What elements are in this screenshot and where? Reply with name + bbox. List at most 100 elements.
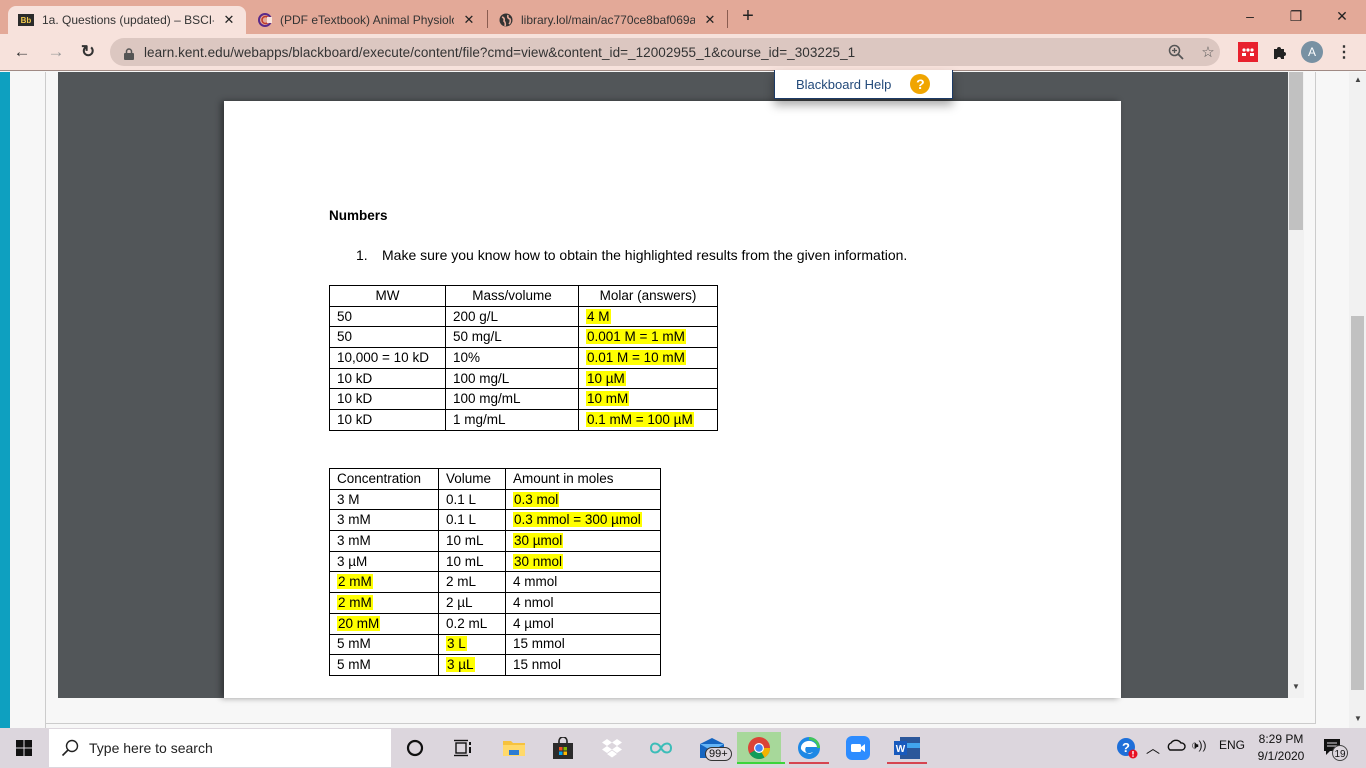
viewer-scrollbar-thumb[interactable]: [1289, 72, 1303, 230]
cell-value: 10%: [453, 349, 481, 365]
mendeley-extension-icon[interactable]: [1238, 42, 1258, 62]
blackboard-help-button[interactable]: Blackboard Help ?: [774, 70, 953, 99]
table-cell: 0.3 mol: [505, 488, 661, 511]
minimize-button[interactable]: –: [1227, 0, 1273, 32]
cell-value: 2 mL: [446, 574, 477, 590]
table-row: 10 kD 1 mg/mL 0.1 mM = 100 µM: [329, 409, 718, 431]
cortana-icon[interactable]: [393, 732, 437, 764]
cell-value: 10 mL: [446, 553, 484, 569]
close-tab-icon[interactable]: ✕: [462, 12, 476, 28]
microsoft-store-icon[interactable]: [541, 732, 585, 764]
highlighted-value: 0.3 mmol = 300 µmol: [513, 512, 642, 528]
highlighted-value: 3 L: [446, 636, 467, 652]
table-cell: 4 nmol: [505, 592, 661, 614]
browser-toolbar: ← → ↻ learn.kent.edu/webapps/blackboard/…: [0, 34, 1366, 71]
infinity-app-icon[interactable]: [639, 732, 683, 764]
cell-value: 10 kD: [337, 411, 373, 427]
file-explorer-icon[interactable]: [492, 732, 536, 764]
cell-value: 10 kD: [337, 391, 373, 407]
active-indicator: [737, 762, 785, 764]
table-cell: 10 kD: [329, 367, 446, 390]
clock[interactable]: 8:29 PM 9/1/2020: [1250, 731, 1312, 765]
table-cell: 2 mM: [329, 571, 439, 594]
column-header: Molar (answers): [578, 285, 718, 307]
tab-library[interactable]: library.lol/main/ac770ce8baf069a ✕: [489, 6, 727, 34]
page-scroll-up-arrow-icon[interactable]: ▲: [1352, 75, 1364, 84]
table-row: 5 mM 3 L 15 mmol: [329, 633, 661, 656]
page-scrollbar-thumb[interactable]: [1351, 316, 1364, 690]
chrome-menu-icon[interactable]: ⋮: [1334, 42, 1354, 62]
close-tab-icon[interactable]: ✕: [222, 12, 236, 28]
table-row: 3 mM 10 mL 30 µmol: [329, 530, 661, 552]
address-bar[interactable]: learn.kent.edu/webapps/blackboard/execut…: [110, 38, 1220, 66]
start-button[interactable]: [0, 728, 48, 768]
table-cell: 30 µmol: [505, 530, 661, 552]
table-row: 2 mM 2 µL 4 nmol: [329, 592, 661, 614]
volume-icon[interactable]: 🕩︎)): [1191, 738, 1207, 753]
globe-icon: [499, 13, 513, 27]
dropbox-icon[interactable]: [590, 732, 634, 764]
restore-button[interactable]: ❐: [1273, 0, 1319, 32]
tab-blackboard[interactable]: Bb 1a. Questions (updated) – BSCI-4 ✕: [8, 6, 246, 34]
cell-value: 50: [337, 329, 353, 345]
url-text[interactable]: learn.kent.edu/webapps/blackboard/execut…: [144, 45, 855, 60]
cell-value: 50: [337, 308, 353, 324]
highlighted-value: 20 mM: [337, 615, 381, 631]
new-tab-button[interactable]: +: [738, 6, 758, 28]
notification-count: 19: [1334, 749, 1346, 760]
word-icon[interactable]: W: [885, 732, 929, 764]
table-cell: 10 mL: [438, 550, 506, 573]
taskbar-search-box[interactable]: Type here to search: [49, 729, 391, 767]
highlighted-value: 30 µmol: [513, 532, 564, 548]
edge-icon[interactable]: [787, 732, 831, 764]
task-view-icon[interactable]: [441, 732, 485, 764]
table-cell: 200 g/L: [445, 305, 579, 328]
action-center-icon[interactable]: 19: [1323, 738, 1349, 762]
viewer-scroll-down-arrow-icon[interactable]: ▼: [1290, 682, 1302, 694]
cell-value: 100 mg/L: [453, 370, 510, 386]
blackboard-help-label: Blackboard Help: [796, 76, 892, 92]
forward-button[interactable]: →: [44, 40, 68, 64]
close-tab-icon[interactable]: ✕: [703, 12, 717, 28]
zoom-icon[interactable]: [1166, 42, 1186, 62]
show-hidden-icons-chevron-icon[interactable]: ︿: [1146, 738, 1160, 758]
close-window-button[interactable]: ✕: [1319, 0, 1365, 32]
table-row: 5 mM 3 µL 15 nmol: [329, 654, 661, 676]
windows-logo-icon: [16, 740, 32, 756]
tab-title: 1a. Questions (updated) – BSCI-4: [42, 13, 214, 27]
cell-value: 3 µM: [337, 553, 368, 569]
mail-icon[interactable]: 99+: [690, 732, 734, 764]
highlighted-value: 0.001 M = 1 mM: [586, 329, 686, 345]
tab-title: (PDF eTextbook) Animal Physiolo: [280, 13, 454, 27]
highlighted-value: 2 mM: [337, 594, 373, 610]
reload-button[interactable]: ↻: [76, 40, 100, 64]
table-cell: 4 M: [578, 305, 718, 328]
cell-value: 4 mmol: [513, 574, 558, 590]
clock-time: 8:29 PM: [1258, 732, 1304, 746]
cell-value: 3 mM: [337, 532, 371, 548]
cell-value: 2 µL: [446, 594, 473, 610]
back-button[interactable]: ←: [10, 40, 34, 64]
running-indicator: [887, 762, 927, 764]
table-cell: 2 mL: [438, 571, 506, 594]
divider: [46, 723, 1316, 724]
onedrive-cloud-icon[interactable]: [1166, 738, 1186, 752]
table-cell: 50 mg/L: [445, 326, 579, 349]
chrome-icon[interactable]: [737, 732, 785, 764]
cell-value: 100 mg/mL: [453, 391, 521, 407]
table-row: 50 200 g/L 4 M: [329, 305, 718, 328]
table-cell: 10 kD: [329, 388, 446, 411]
zoom-app-icon[interactable]: [836, 732, 880, 764]
extensions-puzzle-icon[interactable]: [1270, 42, 1290, 62]
help-question-icon: ?: [910, 74, 931, 94]
language-indicator[interactable]: ENG: [1219, 738, 1245, 752]
highlighted-value: 0.1 mM = 100 µM: [586, 411, 694, 427]
cell-value: 0.1 L: [446, 491, 477, 507]
bookmark-star-icon[interactable]: ☆: [1198, 42, 1218, 62]
tab-strip: Bb 1a. Questions (updated) – BSCI-4 ✕ (P…: [0, 0, 1366, 34]
tab-pdf-etextbook[interactable]: (PDF eTextbook) Animal Physiolo ✕: [248, 6, 486, 34]
page-scroll-down-arrow-icon[interactable]: ▼: [1352, 714, 1364, 723]
table-cell: 0.1 mM = 100 µM: [578, 409, 718, 431]
profile-avatar[interactable]: A: [1301, 41, 1323, 63]
help-tray-icon[interactable]: ?: [1116, 737, 1138, 759]
